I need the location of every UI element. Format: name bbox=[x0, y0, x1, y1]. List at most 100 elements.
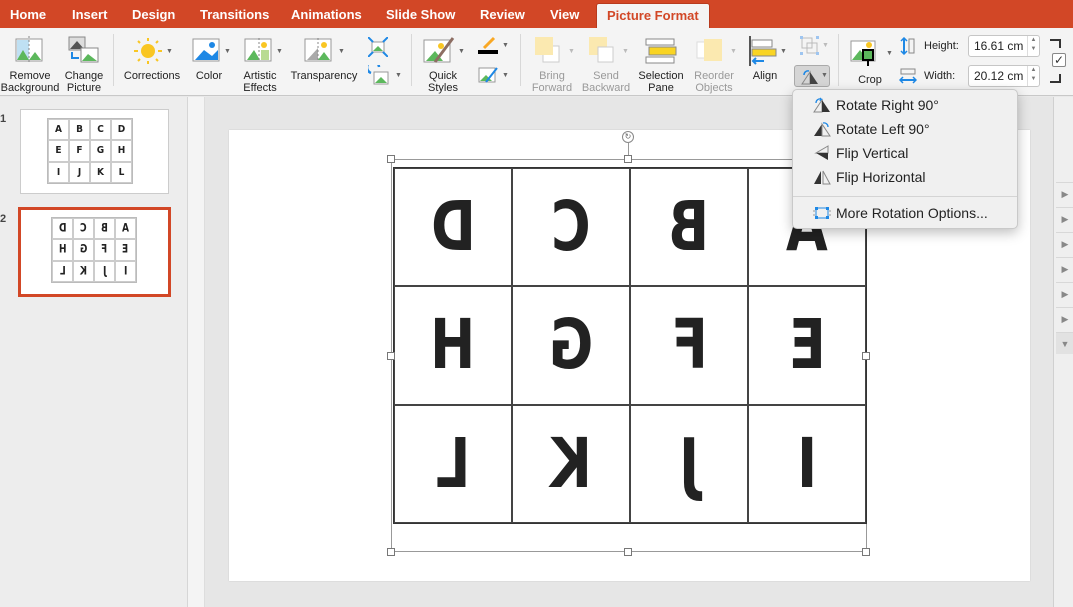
resize-handle-bottom-right[interactable] bbox=[862, 548, 870, 556]
resize-handle-left[interactable] bbox=[387, 352, 395, 360]
grid-letter: F bbox=[76, 145, 83, 157]
resize-handle-top-left[interactable] bbox=[387, 155, 395, 163]
resize-handle-right[interactable] bbox=[862, 352, 870, 360]
picture-effects-icon[interactable] bbox=[478, 66, 498, 84]
slide-thumbnail-1[interactable]: A B C D E F GH I J K L bbox=[20, 109, 169, 194]
reset-picture-dropdown-icon[interactable]: ▼ bbox=[395, 72, 402, 79]
tab-slide-show[interactable]: Slide Show bbox=[376, 0, 465, 28]
grid-letter: J bbox=[77, 166, 82, 178]
tab-review[interactable]: Review bbox=[470, 0, 535, 28]
grid-cell: J bbox=[630, 404, 748, 523]
grid-letter: C bbox=[551, 186, 591, 268]
panel-expand-arrow[interactable]: ▶ bbox=[1056, 232, 1073, 254]
lock-aspect-ratio-checkbox[interactable]: ✓ bbox=[1052, 53, 1066, 67]
picture-border-icon[interactable] bbox=[478, 36, 498, 54]
tab-view[interactable]: View bbox=[540, 0, 589, 28]
menu-item-rotate-right-90[interactable]: Rotate Right 90° bbox=[793, 93, 1017, 117]
grid-letter: E bbox=[55, 145, 62, 157]
grid-letter: B bbox=[101, 222, 108, 235]
resize-handle-bottom-left[interactable] bbox=[387, 548, 395, 556]
grid-letter: K bbox=[550, 423, 592, 505]
grid-letter: F bbox=[670, 305, 708, 386]
grid-letter: L bbox=[435, 423, 471, 505]
compress-pictures-icon[interactable] bbox=[368, 37, 388, 57]
grid-letter: I bbox=[56, 166, 61, 178]
transparency-label: Transparency bbox=[290, 70, 358, 82]
remove-background-label: Remove Background bbox=[0, 70, 60, 94]
grid-letter: H bbox=[117, 145, 126, 157]
tab-animations[interactable]: Animations bbox=[281, 0, 372, 28]
grid-letter: L bbox=[59, 265, 66, 278]
grid-letter: D bbox=[58, 222, 67, 235]
reorder-objects-icon bbox=[696, 39, 722, 61]
bring-forward-icon bbox=[535, 37, 560, 63]
menu-item-label: Flip Vertical bbox=[836, 145, 909, 161]
slide-number: 2 bbox=[0, 213, 7, 225]
grid-letter: E bbox=[122, 243, 129, 257]
grid-letter: I bbox=[123, 265, 128, 278]
grid-cell: E bbox=[115, 239, 136, 261]
quick-styles-icon bbox=[423, 37, 455, 63]
reset-picture-icon[interactable] bbox=[368, 65, 390, 85]
height-stepper[interactable]: ▲ ▼ bbox=[1027, 36, 1039, 56]
panel-collapse-arrow[interactable]: ▼ bbox=[1056, 332, 1073, 354]
menu-item-more-rotation-options[interactable]: More Rotation Options... bbox=[793, 201, 1017, 225]
grid-cell: B bbox=[69, 119, 90, 141]
panel-expand-arrow[interactable]: ▶ bbox=[1056, 257, 1073, 279]
artistic-effects-dropdown-icon: ▼ bbox=[276, 48, 283, 55]
grid-letter: H bbox=[430, 305, 476, 386]
grid-letter: D bbox=[117, 124, 126, 136]
panel-expand-arrow[interactable]: ▶ bbox=[1056, 307, 1073, 329]
tab-home[interactable]: Home bbox=[0, 0, 56, 28]
picture-effects-dropdown-icon[interactable]: ▼ bbox=[502, 72, 509, 79]
picture-border-dropdown-icon[interactable]: ▼ bbox=[502, 42, 509, 49]
remove-background-icon bbox=[15, 36, 43, 64]
grid-cell: H bbox=[394, 286, 512, 405]
tab-design[interactable]: Design bbox=[122, 0, 185, 28]
width-icon bbox=[899, 68, 917, 84]
slide-thumbnail-panel: 1 ABCDEFGHIJKL 2 DCBAHGFELKJI bbox=[0, 97, 188, 607]
panel-expand-arrow[interactable]: ▶ bbox=[1056, 182, 1073, 204]
rotate-dropdown-icon: ▼ bbox=[821, 72, 828, 79]
menu-item-flip-horizontal[interactable]: Flip Horizontal bbox=[793, 165, 1017, 189]
height-input[interactable]: 16.61 cm ▲ ▼ bbox=[968, 35, 1040, 57]
group-dropdown-icon[interactable]: ▼ bbox=[822, 42, 829, 49]
slide-thumbnail-2[interactable]: DC B A HGFE L K J I bbox=[18, 207, 171, 297]
grid-cell: K bbox=[90, 161, 111, 183]
tab-insert[interactable]: Insert bbox=[62, 0, 117, 28]
grid-letter: F bbox=[101, 243, 108, 257]
resize-handle-bottom[interactable] bbox=[624, 548, 632, 556]
panel-expand-arrow[interactable]: ▶ bbox=[1056, 207, 1073, 229]
bring-forward-label: Bring Forward bbox=[531, 70, 573, 94]
grid-cell: K bbox=[73, 260, 94, 282]
change-picture-label: Change Picture bbox=[64, 70, 104, 94]
grid-cell: D bbox=[394, 168, 512, 287]
rotate-dropdown-menu: Rotate Right 90° Rotate Left 90° Flip Ve… bbox=[792, 89, 1018, 229]
tab-picture-format[interactable]: Picture Format bbox=[596, 3, 710, 28]
menu-item-flip-vertical[interactable]: Flip Vertical bbox=[793, 141, 1017, 165]
rotate-button[interactable]: ▼ bbox=[794, 65, 830, 87]
menu-separator bbox=[793, 196, 1017, 197]
panel-expand-arrow[interactable]: ▶ bbox=[1056, 282, 1073, 304]
grid-cell: A bbox=[48, 119, 69, 141]
grid-letter: C bbox=[80, 222, 87, 235]
menu-item-rotate-left-90[interactable]: Rotate Left 90° bbox=[793, 117, 1017, 141]
crop-dropdown-icon: ▼ bbox=[886, 50, 893, 57]
tab-transitions[interactable]: Transitions bbox=[190, 0, 279, 28]
group-objects-icon[interactable] bbox=[800, 36, 820, 56]
send-backward-label: Send Backward bbox=[581, 70, 631, 94]
width-stepper[interactable]: ▲ ▼ bbox=[1027, 66, 1039, 86]
grid-cell: C bbox=[73, 218, 94, 240]
grid-cell: E bbox=[48, 140, 69, 162]
align-icon bbox=[749, 36, 777, 66]
thumbnail-table: DC B A HGFE L K J I bbox=[51, 217, 137, 283]
grid-cell: B bbox=[630, 168, 748, 287]
reorder-objects-dropdown-icon: ▼ bbox=[730, 48, 737, 55]
thumbnail-scrollbar[interactable] bbox=[188, 97, 205, 607]
resize-handle-top[interactable] bbox=[624, 155, 632, 163]
rotation-handle[interactable]: ↻ bbox=[622, 131, 634, 143]
rotate-icon bbox=[801, 70, 818, 85]
grid-letter: J bbox=[678, 423, 700, 505]
height-icon bbox=[900, 37, 915, 55]
width-input[interactable]: 20.12 cm ▲ ▼ bbox=[968, 65, 1040, 87]
